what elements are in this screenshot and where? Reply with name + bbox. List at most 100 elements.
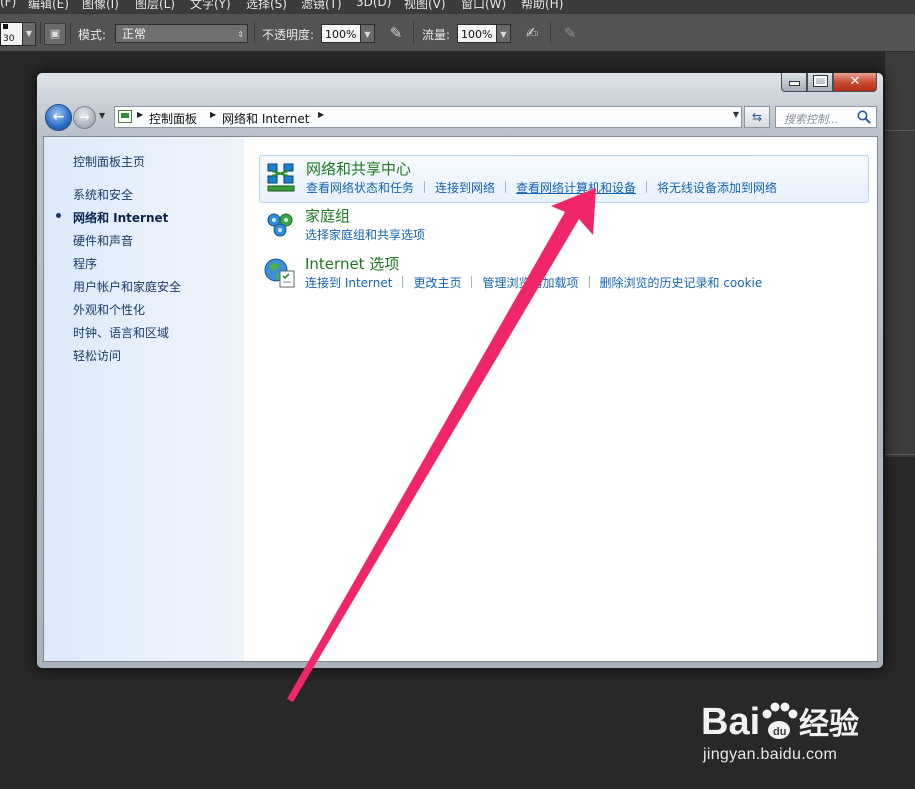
link-divider <box>424 181 426 193</box>
arrow-right-icon: → <box>79 110 90 124</box>
link-divider <box>588 276 590 288</box>
arrow-left-icon: ← <box>52 109 65 125</box>
sidebar-item-user-accounts[interactable]: 用户帐户和家庭安全 <box>73 278 181 295</box>
flow-dropdown[interactable]: ▼ <box>496 24 511 43</box>
category-homegroup: 家庭组 选择家庭组和共享选项 <box>259 203 869 251</box>
window-content: 控制面板主页 系统和安全 网络和 Internet 硬件和声音 程序 用户帐户和… <box>43 136 878 662</box>
flow-field[interactable]: 100% <box>457 24 497 43</box>
close-button[interactable]: ✕ <box>833 73 877 92</box>
sidebar-item-hardware-sound[interactable]: 硬件和声音 <box>73 232 133 249</box>
brush-preset-dropdown[interactable]: ▼ <box>22 22 36 46</box>
link-divider <box>402 276 404 288</box>
toolbar-divider <box>40 22 41 44</box>
breadcrumb-network-internet[interactable]: 网络和 Internet <box>222 110 309 127</box>
link-add-wireless-device[interactable]: 将无线设备添加到网络 <box>657 181 777 195</box>
minimize-icon <box>788 81 800 86</box>
category-title[interactable]: Internet 选项 <box>305 253 399 274</box>
toolbar-divider <box>413 22 414 44</box>
forward-button[interactable]: → <box>73 106 96 129</box>
link-view-network-status[interactable]: 查看网络状态和任务 <box>306 181 414 195</box>
sidebar-item-ease-of-access[interactable]: 轻松访问 <box>73 347 121 364</box>
link-view-network-computers[interactable]: 查看网络计算机和设备 <box>516 181 636 195</box>
category-internet-options: Internet 选项 连接到 Internet 更改主页 管理浏览器加载项 删除浏览… <box>259 251 869 299</box>
opacity-label: 不透明度: <box>262 28 315 42</box>
homegroup-icon <box>267 213 293 237</box>
sidebar-item-network-internet[interactable]: 网络和 Internet <box>73 209 168 226</box>
photoshop-panel-dock <box>884 52 915 457</box>
menu-view[interactable]: 视图(V) <box>404 0 446 11</box>
sidebar-control-panel-home[interactable]: 控制面板主页 <box>73 153 145 170</box>
flow-label: 流量: <box>422 28 451 42</box>
pressure-opacity-icon[interactable]: ✎ <box>386 23 406 43</box>
sidebar-item-system-security[interactable]: 系统和安全 <box>73 186 133 203</box>
opacity-dropdown[interactable]: ▼ <box>360 24 375 43</box>
address-dropdown-icon[interactable]: ▼ <box>733 110 739 119</box>
refresh-button[interactable]: ⇆ <box>744 106 770 128</box>
address-bar[interactable]: ▶ 控制面板 ▶ 网络和 Internet ▶ ▼ <box>114 106 742 128</box>
link-divider <box>471 276 473 288</box>
brush-size: 30 <box>3 34 15 44</box>
link-change-homepage[interactable]: 更改主页 <box>413 276 461 290</box>
link-divider <box>505 181 507 193</box>
menu-select[interactable]: 选择(S) <box>246 0 287 11</box>
photoshop-options-bar: 30 ▼ ▣ 模式: 正常 ⇕ 不透明度: 100% ▼ ✎ 流量: 100% … <box>0 14 915 52</box>
photoshop-menubar: (F) 编辑(E) 图像(I) 图层(L) 文字(Y) 选择(S) 滤镜(T) … <box>0 0 915 14</box>
panel-divider <box>885 130 915 131</box>
sidebar-item-programs[interactable]: 程序 <box>73 255 97 272</box>
category-links: 查看网络状态和任务 连接到网络 查看网络计算机和设备 将无线设备添加到网络 <box>306 179 777 196</box>
refresh-icon: ⇆ <box>751 110 763 124</box>
search-box[interactable]: 搜索控制... <box>775 106 877 128</box>
category-network-sharing-center: 网络和共享中心 查看网络状态和任务 连接到网络 查看网络计算机和设备 将无线设备添加到… <box>259 155 869 203</box>
airbrush-icon[interactable]: ✍ <box>522 23 542 43</box>
toolbar-divider <box>70 22 71 44</box>
sidebar: 控制面板主页 系统和安全 网络和 Internet 硬件和声音 程序 用户帐户和… <box>44 137 244 661</box>
link-connect-to-network[interactable]: 连接到网络 <box>435 181 495 195</box>
opacity-field[interactable]: 100% <box>321 24 361 43</box>
category-links: 连接到 Internet 更改主页 管理浏览器加载项 删除浏览的历史记录和 cooki… <box>305 274 762 291</box>
menu-type[interactable]: 文字(Y) <box>190 0 231 11</box>
control-panel-window: ✕ ← → ▼ ▶ 控制面板 ▶ 网络和 Internet ▶ ▼ ⇆ 搜索控制… <box>36 72 884 669</box>
breadcrumb-control-panel[interactable]: 控制面板 <box>149 110 197 127</box>
menu-3d[interactable]: 3D(D) <box>356 0 391 11</box>
control-panel-icon <box>118 110 132 123</box>
brush-panel-toggle-icon[interactable]: ▣ <box>44 23 66 45</box>
minimize-button[interactable] <box>781 73 807 92</box>
current-page-bullet-icon <box>56 213 61 218</box>
menu-filter[interactable]: 滤镜(T) <box>301 0 342 11</box>
mode-label: 模式: <box>78 28 107 42</box>
category-title[interactable]: 家庭组 <box>305 205 350 226</box>
menu-window[interactable]: 窗口(W) <box>461 0 506 11</box>
network-sharing-icon <box>267 163 295 192</box>
brush-tip-icon <box>3 24 8 29</box>
pressure-size-icon[interactable]: ✎ <box>560 23 580 43</box>
blend-mode-select[interactable]: 正常 ⇕ <box>115 24 248 43</box>
breadcrumb-chevron-icon[interactable]: ▶ <box>137 110 143 119</box>
menu-layer[interactable]: 图层(L) <box>135 0 175 11</box>
svg-text:经验: 经验 <box>799 707 859 742</box>
maximize-button[interactable] <box>807 73 833 92</box>
recent-pages-dropdown[interactable]: ▼ <box>99 111 105 120</box>
search-icon[interactable] <box>856 109 872 125</box>
breadcrumb-chevron-icon[interactable]: ▶ <box>210 110 216 119</box>
sidebar-item-appearance[interactable]: 外观和个性化 <box>73 301 145 318</box>
internet-options-icon <box>264 258 295 288</box>
svg-text:Bai: Bai <box>701 701 760 743</box>
close-icon: ✕ <box>849 74 861 89</box>
search-placeholder: 搜索控制... <box>784 113 839 126</box>
menu-edit[interactable]: 编辑(E) <box>28 0 69 11</box>
svg-text:du: du <box>773 726 786 738</box>
back-button[interactable]: ← <box>45 104 72 131</box>
breadcrumb-chevron-icon[interactable]: ▶ <box>318 110 324 119</box>
chevron-updown-icon: ⇕ <box>237 30 244 39</box>
menu-image[interactable]: 图像(I) <box>82 0 119 11</box>
sidebar-item-clock-language[interactable]: 时钟、语言和区域 <box>73 324 169 341</box>
toolbar-divider <box>550 22 551 44</box>
link-delete-browsing-history[interactable]: 删除浏览的历史记录和 cookie <box>600 276 763 290</box>
menu-file[interactable]: (F) <box>0 0 16 11</box>
link-connect-to-internet[interactable]: 连接到 Internet <box>305 276 392 290</box>
window-caption-buttons: ✕ <box>781 73 877 92</box>
link-manage-addons[interactable]: 管理浏览器加载项 <box>482 276 578 290</box>
link-homegroup-sharing-options[interactable]: 选择家庭组和共享选项 <box>305 228 425 242</box>
menu-help[interactable]: 帮助(H) <box>521 0 563 11</box>
category-title[interactable]: 网络和共享中心 <box>306 158 411 179</box>
